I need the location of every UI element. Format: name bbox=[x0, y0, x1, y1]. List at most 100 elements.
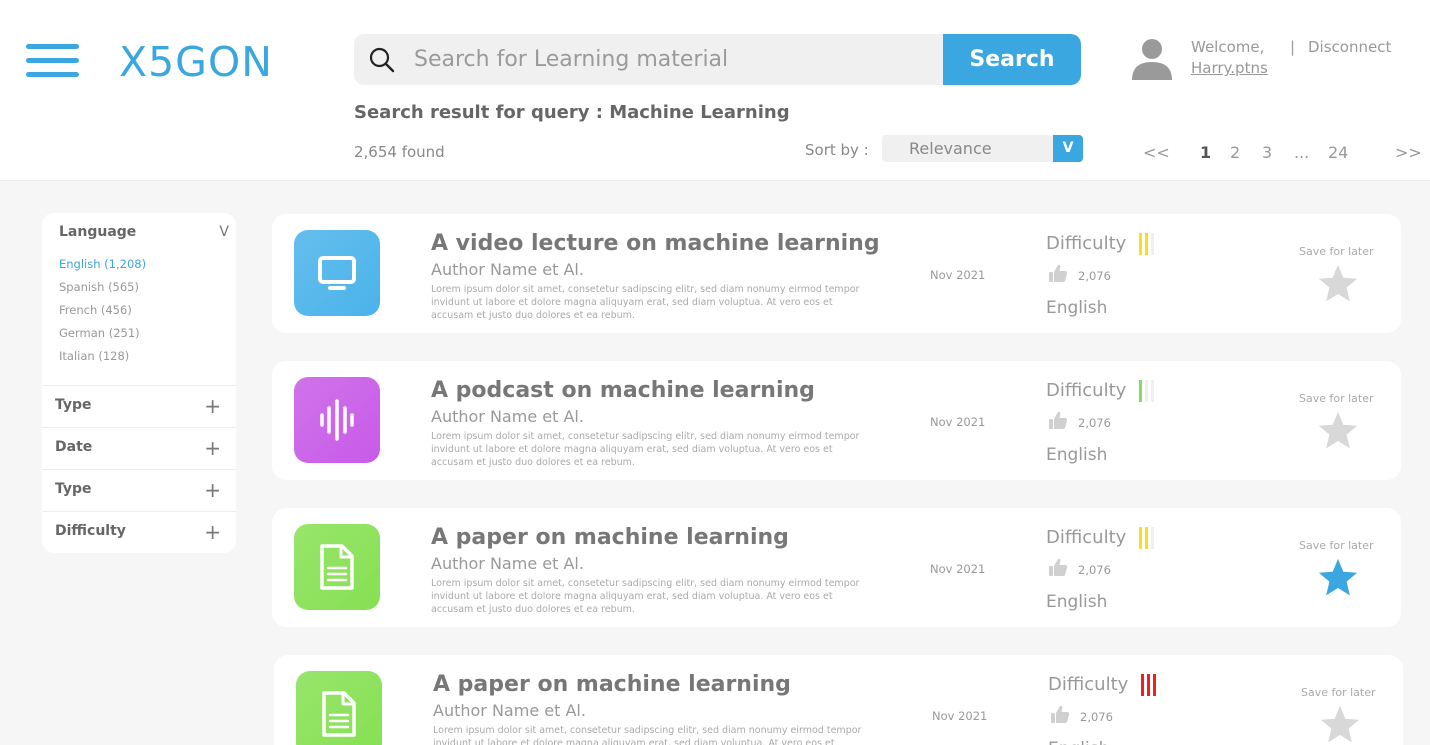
resource-title[interactable]: A paper on machine learning bbox=[433, 672, 791, 697]
resource-title[interactable]: A paper on machine learning bbox=[431, 525, 789, 550]
difficulty-label: Difficulty bbox=[1046, 233, 1127, 254]
pagination-prev[interactable]: << bbox=[1143, 143, 1170, 162]
results-count: 2,654 found bbox=[354, 143, 445, 161]
like-count: 2,076 bbox=[1078, 269, 1111, 283]
result-card[interactable]: A video lecture on machine learning Autho… bbox=[272, 214, 1401, 333]
star-icon[interactable] bbox=[1316, 557, 1360, 599]
resource-date: Nov 2021 bbox=[932, 709, 988, 723]
resource-description: Lorem ipsum dolor sit amet, consetetur s… bbox=[431, 578, 860, 615]
sort-dropdown[interactable]: Relevance V bbox=[882, 135, 1083, 162]
thumbs-up-icon[interactable] bbox=[1050, 704, 1070, 724]
query-title: Search result for query : Machine Learni… bbox=[354, 102, 790, 123]
resource-author: Author Name et Al. bbox=[433, 701, 586, 720]
star-icon[interactable] bbox=[1316, 410, 1360, 452]
difficulty-bar bbox=[1151, 527, 1154, 549]
resource-language: English bbox=[1048, 739, 1109, 745]
difficulty-bar bbox=[1145, 527, 1148, 549]
difficulty-indicator bbox=[1139, 527, 1161, 549]
chevron-down-icon[interactable]: V bbox=[1053, 135, 1083, 162]
difficulty-label: Difficulty bbox=[1048, 674, 1129, 695]
resource-description: Lorem ipsum dolor sit amet, consetetur s… bbox=[431, 431, 860, 468]
difficulty-indicator bbox=[1139, 380, 1161, 402]
difficulty-bar bbox=[1139, 527, 1142, 549]
language-option-italian[interactable]: Italian (128) bbox=[59, 349, 146, 372]
pagination-page-2[interactable]: 2 bbox=[1230, 143, 1240, 162]
filter-date-label: Date bbox=[55, 439, 93, 455]
expand-plus-icon[interactable]: + bbox=[204, 478, 221, 502]
thumbs-up-icon[interactable] bbox=[1048, 263, 1068, 283]
top-header: X5GON Search Search result for query : M… bbox=[0, 0, 1430, 181]
resource-language: English bbox=[1046, 445, 1108, 465]
filter-language-label: Language bbox=[59, 224, 137, 240]
resource-description: Lorem ipsum dolor sit amet, consetetur s… bbox=[431, 284, 860, 321]
expand-plus-icon[interactable]: + bbox=[204, 436, 221, 460]
search-icon bbox=[369, 47, 395, 73]
difficulty-bar bbox=[1151, 233, 1154, 255]
filter-type[interactable]: Type + bbox=[42, 385, 236, 427]
chevron-down-icon[interactable]: V bbox=[219, 224, 229, 240]
search-input[interactable] bbox=[414, 34, 934, 85]
app-logo[interactable]: X5GON bbox=[119, 38, 273, 86]
save-for-later-label: Save for later bbox=[1299, 539, 1374, 552]
difficulty-bar bbox=[1145, 233, 1148, 255]
filter-sidebar: Language V English (1,208) Spanish (565)… bbox=[42, 213, 236, 553]
difficulty-bar bbox=[1147, 674, 1150, 696]
resource-author: Author Name et Al. bbox=[431, 407, 584, 426]
difficulty-bar bbox=[1145, 380, 1148, 402]
save-for-later-label: Save for later bbox=[1299, 392, 1374, 405]
thumbs-up-icon[interactable] bbox=[1048, 557, 1068, 577]
resource-date: Nov 2021 bbox=[930, 415, 986, 429]
filter-type-label: Type bbox=[55, 481, 92, 497]
resource-language: English bbox=[1046, 298, 1108, 318]
language-options: English (1,208) Spanish (565) French (45… bbox=[59, 257, 146, 372]
save-for-later-label: Save for later bbox=[1301, 686, 1376, 699]
pagination-page-3[interactable]: 3 bbox=[1262, 143, 1272, 162]
star-icon[interactable] bbox=[1316, 263, 1360, 305]
thumbs-up-icon[interactable] bbox=[1048, 410, 1068, 430]
resource-thumbnail[interactable] bbox=[294, 230, 380, 316]
difficulty-bar bbox=[1139, 233, 1142, 255]
expand-plus-icon[interactable]: + bbox=[204, 394, 221, 418]
like-count: 2,076 bbox=[1080, 710, 1113, 724]
difficulty-bar bbox=[1151, 380, 1154, 402]
resource-title[interactable]: A podcast on machine learning bbox=[431, 378, 815, 403]
resource-thumbnail[interactable] bbox=[296, 671, 382, 745]
resource-thumbnail[interactable] bbox=[294, 377, 380, 463]
pagination-page-last[interactable]: 24 bbox=[1328, 143, 1348, 162]
username-link[interactable]: Harry.ptns bbox=[1191, 59, 1268, 77]
filter-type-label: Type bbox=[55, 397, 92, 413]
expand-plus-icon[interactable]: + bbox=[204, 520, 221, 544]
filter-language-header[interactable]: Language V bbox=[59, 224, 229, 240]
difficulty-bar bbox=[1141, 674, 1144, 696]
resource-title[interactable]: A video lecture on machine learning bbox=[431, 231, 880, 256]
pagination-next[interactable]: >> bbox=[1395, 143, 1422, 162]
disconnect-link[interactable]: Disconnect bbox=[1308, 38, 1391, 56]
filter-difficulty-label: Difficulty bbox=[55, 523, 126, 539]
result-card[interactable]: A paper on machine learning Author Name e… bbox=[274, 655, 1403, 745]
resource-date: Nov 2021 bbox=[930, 268, 986, 282]
user-avatar-icon[interactable] bbox=[1130, 38, 1174, 80]
language-option-spanish[interactable]: Spanish (565) bbox=[59, 280, 146, 303]
sort-value: Relevance bbox=[909, 139, 992, 158]
resource-author: Author Name et Al. bbox=[431, 554, 584, 573]
difficulty-label: Difficulty bbox=[1046, 380, 1127, 401]
result-card[interactable]: A podcast on machine learning Author Name… bbox=[272, 361, 1401, 480]
pagination-page-1[interactable]: 1 bbox=[1200, 143, 1211, 162]
difficulty-bar bbox=[1139, 380, 1142, 402]
hamburger-menu-icon[interactable] bbox=[26, 44, 79, 77]
filter-difficulty[interactable]: Difficulty + bbox=[42, 511, 236, 553]
result-card[interactable]: A paper on machine learning Author Name e… bbox=[272, 508, 1401, 627]
resource-thumbnail[interactable] bbox=[294, 524, 380, 610]
language-option-english[interactable]: English (1,208) bbox=[59, 257, 146, 280]
language-option-french[interactable]: French (456) bbox=[59, 303, 146, 326]
header-separator: | bbox=[1290, 38, 1296, 56]
search-button[interactable]: Search bbox=[943, 34, 1081, 85]
difficulty-bar bbox=[1153, 674, 1156, 696]
filter-type-2[interactable]: Type + bbox=[42, 469, 236, 511]
resource-date: Nov 2021 bbox=[930, 562, 986, 576]
search-bar: Search bbox=[354, 34, 1081, 85]
welcome-text: Welcome, bbox=[1191, 38, 1265, 56]
star-icon[interactable] bbox=[1318, 704, 1362, 745]
language-option-german[interactable]: German (251) bbox=[59, 326, 146, 349]
filter-date[interactable]: Date + bbox=[42, 427, 236, 469]
